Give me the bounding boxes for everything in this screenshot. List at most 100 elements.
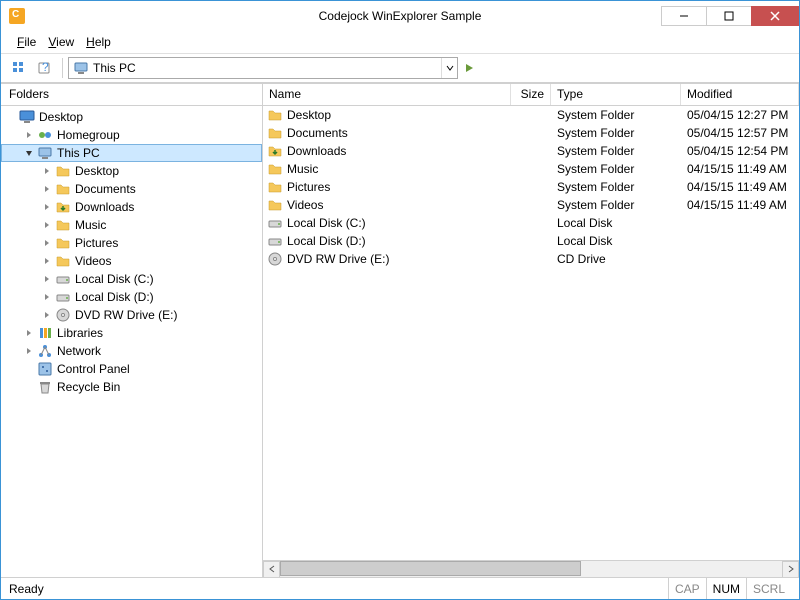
list-row[interactable]: DVD RW Drive (E:) CD Drive bbox=[263, 250, 799, 268]
expander-icon[interactable] bbox=[41, 237, 53, 249]
maximize-button[interactable] bbox=[706, 6, 752, 26]
file-type: System Folder bbox=[551, 180, 681, 194]
file-modified: 04/15/15 11:49 AM bbox=[681, 162, 799, 176]
folder-icon bbox=[267, 179, 283, 195]
expander-icon[interactable] bbox=[41, 291, 53, 303]
cd-icon bbox=[267, 251, 283, 267]
list-row[interactable]: DocumentsSystem Folder05/04/15 12:57 PM bbox=[263, 124, 799, 142]
column-type[interactable]: Type bbox=[551, 84, 681, 105]
expander-icon[interactable] bbox=[23, 381, 35, 393]
help-button[interactable]: ? bbox=[33, 56, 57, 80]
folder-icon bbox=[55, 217, 71, 233]
expander-icon[interactable] bbox=[5, 111, 17, 123]
tree-item[interactable]: Homegroup bbox=[1, 126, 262, 144]
drive-icon bbox=[55, 271, 71, 287]
folder-icon bbox=[55, 253, 71, 269]
file-type: CD Drive bbox=[551, 252, 681, 266]
app-icon bbox=[9, 8, 25, 24]
expander-icon[interactable] bbox=[23, 345, 35, 357]
file-modified: 05/04/15 12:54 PM bbox=[681, 144, 799, 158]
horizontal-scrollbar[interactable] bbox=[263, 560, 799, 577]
tree-item[interactable]: Desktop bbox=[1, 162, 262, 180]
list-row[interactable]: Local Disk (D:)Local Disk bbox=[263, 232, 799, 250]
status-cap: CAP bbox=[668, 578, 706, 599]
folder-icon bbox=[55, 163, 71, 179]
file-type: System Folder bbox=[551, 144, 681, 158]
list-row[interactable]: DesktopSystem Folder05/04/15 12:27 PM bbox=[263, 106, 799, 124]
list-row[interactable]: DownloadsSystem Folder05/04/15 12:54 PM bbox=[263, 142, 799, 160]
file-type: System Folder bbox=[551, 108, 681, 122]
folder-tree[interactable]: Desktop Homegroup This PC Desktop Documents D… bbox=[1, 106, 262, 577]
tree-item[interactable]: Libraries bbox=[1, 324, 262, 342]
scroll-left-icon[interactable] bbox=[263, 561, 280, 578]
address-bar[interactable]: This PC bbox=[68, 57, 458, 79]
tree-item[interactable]: Music bbox=[1, 216, 262, 234]
file-name: DVD RW Drive (E:) bbox=[287, 252, 389, 266]
menu-file[interactable]: File bbox=[11, 33, 42, 51]
expander-icon[interactable] bbox=[41, 201, 53, 213]
expander-icon[interactable] bbox=[41, 309, 53, 321]
menu-view[interactable]: View bbox=[42, 33, 80, 51]
close-button[interactable] bbox=[751, 6, 799, 26]
tree-item[interactable]: Control Panel bbox=[1, 360, 262, 378]
file-name: Pictures bbox=[287, 180, 330, 194]
expander-icon[interactable] bbox=[23, 129, 35, 141]
views-button[interactable] bbox=[7, 56, 31, 80]
status-scrl: SCRL bbox=[746, 578, 791, 599]
column-modified[interactable]: Modified bbox=[681, 84, 799, 105]
tree-item[interactable]: Recycle Bin bbox=[1, 378, 262, 396]
expander-icon[interactable] bbox=[41, 219, 53, 231]
tree-item-label: Videos bbox=[75, 254, 111, 268]
tree-item-label: Homegroup bbox=[57, 128, 120, 142]
tree-item-label: Documents bbox=[75, 182, 136, 196]
folder-icon bbox=[55, 181, 71, 197]
folder-icon bbox=[55, 235, 71, 251]
address-dropdown[interactable] bbox=[441, 58, 457, 78]
statusbar: Ready CAP NUM SCRL bbox=[1, 577, 799, 599]
expander-icon[interactable] bbox=[41, 273, 53, 285]
tree-item-label: Pictures bbox=[75, 236, 118, 250]
file-list[interactable]: DesktopSystem Folder05/04/15 12:27 PMDoc… bbox=[263, 106, 799, 560]
tree-item-label: This PC bbox=[57, 146, 100, 160]
menubar: File View Help bbox=[1, 31, 799, 53]
expander-icon[interactable] bbox=[41, 255, 53, 267]
column-name[interactable]: Name bbox=[263, 84, 511, 105]
window-title: Codejock WinExplorer Sample bbox=[319, 9, 482, 23]
file-name: Local Disk (D:) bbox=[287, 234, 366, 248]
tree-item[interactable]: Pictures bbox=[1, 234, 262, 252]
list-row[interactable]: MusicSystem Folder04/15/15 11:49 AM bbox=[263, 160, 799, 178]
scroll-thumb[interactable] bbox=[280, 561, 581, 576]
tree-item-label: Local Disk (D:) bbox=[75, 290, 154, 304]
list-row[interactable]: Local Disk (C:)Local Disk bbox=[263, 214, 799, 232]
tree-item[interactable]: Local Disk (C:) bbox=[1, 270, 262, 288]
file-modified: 04/15/15 11:49 AM bbox=[681, 180, 799, 194]
expander-icon[interactable] bbox=[23, 147, 35, 159]
scroll-track[interactable] bbox=[280, 561, 782, 578]
tree-item[interactable]: Videos bbox=[1, 252, 262, 270]
computer-icon bbox=[37, 145, 53, 161]
expander-icon[interactable] bbox=[41, 183, 53, 195]
tree-item[interactable]: DVD RW Drive (E:) bbox=[1, 306, 262, 324]
file-modified: 05/04/15 12:27 PM bbox=[681, 108, 799, 122]
tree-item[interactable]: Downloads bbox=[1, 198, 262, 216]
monitor-icon bbox=[19, 109, 35, 125]
address-text: This PC bbox=[93, 61, 441, 75]
go-button[interactable] bbox=[460, 58, 480, 78]
scroll-right-icon[interactable] bbox=[782, 561, 799, 578]
tree-item[interactable]: Desktop bbox=[1, 108, 262, 126]
column-size[interactable]: Size bbox=[511, 84, 551, 105]
minimize-button[interactable] bbox=[661, 6, 707, 26]
expander-icon[interactable] bbox=[41, 165, 53, 177]
tree-item[interactable]: Network bbox=[1, 342, 262, 360]
file-name: Music bbox=[287, 162, 318, 176]
tree-item[interactable]: This PC bbox=[1, 144, 262, 162]
expander-icon[interactable] bbox=[23, 363, 35, 375]
list-row[interactable]: VideosSystem Folder04/15/15 11:49 AM bbox=[263, 196, 799, 214]
homegroup-icon bbox=[37, 127, 53, 143]
list-row[interactable]: Pictures System Folder04/15/15 11:49 AM bbox=[263, 178, 799, 196]
tree-item-label: Downloads bbox=[75, 200, 134, 214]
tree-item[interactable]: Local Disk (D:) bbox=[1, 288, 262, 306]
menu-help[interactable]: Help bbox=[80, 33, 117, 51]
expander-icon[interactable] bbox=[23, 327, 35, 339]
tree-item[interactable]: Documents bbox=[1, 180, 262, 198]
